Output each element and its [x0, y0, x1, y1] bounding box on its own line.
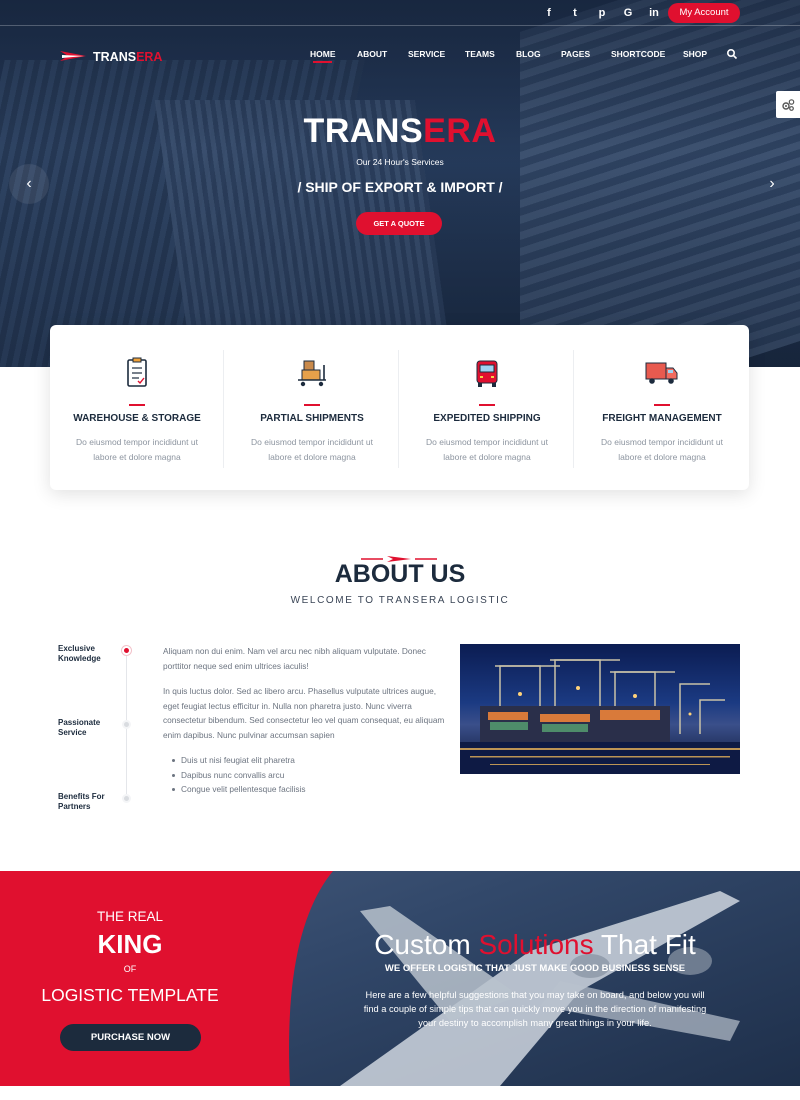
service-title: PARTIAL SHIPMENTS — [260, 413, 364, 424]
nav-item-home[interactable]: HOME — [310, 49, 336, 59]
page: f t p G in My Account TRANSERA HOME ABOU… — [0, 0, 800, 1100]
google-icon[interactable]: G — [621, 6, 635, 20]
nav-item-teams[interactable]: TEAMS — [465, 49, 495, 59]
timeline-dot[interactable] — [122, 720, 131, 729]
service-description: Do eiusmod tempor incididunt ut labore e… — [76, 437, 198, 462]
hero-title: TRANSERA — [0, 112, 800, 151]
port-cranes-illustration — [460, 659, 740, 774]
banner-heading: Custom Solutions That Fit — [340, 929, 730, 961]
facebook-icon[interactable]: f — [542, 6, 556, 20]
hero-subtitle: Our 24 Hour's Services — [356, 157, 444, 167]
harbor-photo — [460, 644, 740, 774]
about-bullet-list: Duis ut nisi feugiat elit pharetra Dapib… — [172, 753, 442, 797]
list-item: Dapibus nunc convallis arcu — [172, 768, 442, 783]
twitter-icon[interactable]: t — [568, 6, 582, 20]
banner-heading-highlight: Solutions — [478, 929, 594, 960]
service-divider — [654, 404, 670, 406]
linkedin-icon[interactable]: in — [647, 6, 661, 20]
timeline-label-line: Passionate — [58, 718, 101, 727]
plane-logo-icon — [60, 51, 86, 61]
banner-line-of: OF — [123, 964, 137, 974]
trolley-icon — [298, 360, 326, 387]
service-divider — [129, 404, 145, 406]
banner-heading-part: Custom — [374, 929, 479, 960]
service-title: WAREHOUSE & STORAGE — [73, 413, 201, 424]
hero-tagline: / SHIP OF EXPORT & IMPORT / — [297, 179, 503, 195]
timeline-dot-active[interactable] — [122, 646, 131, 655]
timeline-dot[interactable] — [122, 794, 131, 803]
timeline-item-passionate-service[interactable]: Passionate Service — [58, 718, 100, 738]
logo-text: TRANSERA — [93, 50, 162, 64]
list-item: Congue velit pellentesque facilisis — [172, 782, 442, 797]
nav-item-shortcode[interactable]: SHORTCODE — [611, 49, 665, 59]
service-title: FREIGHT MANAGEMENT — [602, 413, 722, 424]
timeline-label-line: Partners — [58, 802, 91, 811]
hero-title-trans: TRANS — [303, 112, 424, 150]
timeline-label-line: Knowledge — [58, 654, 101, 663]
hero-slider: f t p G in My Account TRANSERA HOME ABOU… — [0, 0, 800, 367]
service-description: Do eiusmod tempor incididunt ut labore e… — [251, 437, 373, 462]
nav-item-service[interactable]: SERVICE — [408, 49, 445, 59]
hero-title-era: ERA — [423, 112, 497, 150]
red-diagonal-panel — [0, 871, 333, 1086]
service-divider — [479, 404, 495, 406]
banner-paragraph: Here are a few helpful suggestions that … — [363, 990, 707, 1028]
about-subtitle: WELCOME TO TRANSERA LOGISTIC — [290, 595, 510, 606]
nav-item-about[interactable]: ABOUT — [357, 49, 387, 59]
my-account-button[interactable]: My Account — [668, 3, 740, 23]
logo-text-era: ERA — [136, 50, 163, 64]
service-item[interactable]: FREIGHT MANAGEMENT Do eiusmod tempor inc… — [575, 325, 749, 490]
service-title: EXPEDITED SHIPPING — [433, 413, 541, 424]
truck-front-icon — [476, 360, 498, 387]
gears-icon — [782, 98, 795, 111]
list-item: Duis ut nisi feugiat elit pharetra — [172, 753, 442, 768]
nav-item-blog[interactable]: BLOG — [516, 49, 541, 59]
timeline-item-exclusive-knowledge[interactable]: Exclusive Knowledge — [58, 644, 101, 664]
top-bar: f t p G in My Account — [0, 0, 800, 26]
clipboard-icon — [127, 357, 147, 387]
promo-banner: THE REAL KING OF LOGISTIC TEMPLATE PURCH… — [0, 871, 800, 1086]
banner-heading-part: That Fit — [593, 929, 696, 960]
banner-line-logistic-template: LOGISTIC TEMPLATE — [41, 985, 219, 1005]
timeline-label-line: Benefits For — [58, 792, 105, 801]
service-description: Do eiusmod tempor incididunt ut labore e… — [426, 437, 548, 462]
logo-text-trans: TRANS — [93, 50, 137, 64]
banner-tagline: WE OFFER LOGISTIC THAT JUST MAKE GOOD BU… — [384, 963, 686, 974]
service-item[interactable]: EXPEDITED SHIPPING Do eiusmod tempor inc… — [400, 325, 574, 490]
about-paragraph: Aliquam non dui enim. Nam vel arcu nec n… — [163, 646, 426, 671]
delivery-truck-icon — [645, 362, 678, 384]
purchase-now-button[interactable]: PURCHASE NOW — [60, 1024, 201, 1051]
banner-line-the-real: THE REAL — [96, 909, 164, 924]
service-description: Do eiusmod tempor incididunt ut labore e… — [601, 437, 723, 462]
about-paragraph: In quis luctus dolor. Sed ac libero arcu… — [163, 686, 445, 740]
service-item[interactable]: PARTIAL SHIPMENTS Do eiusmod tempor inci… — [225, 325, 399, 490]
timeline-label-line: Service — [58, 728, 87, 737]
get-a-quote-button[interactable]: GET A QUOTE — [356, 212, 442, 235]
nav-item-shop[interactable]: SHOP — [683, 49, 707, 59]
search-icon[interactable] — [726, 48, 738, 60]
service-divider — [304, 404, 320, 406]
nav-item-pages[interactable]: PAGES — [561, 49, 590, 59]
services-card: WAREHOUSE & STORAGE Do eiusmod tempor in… — [50, 325, 749, 490]
nav-active-indicator — [313, 61, 332, 63]
column-separator — [573, 350, 574, 468]
timeline-label-line: Exclusive — [58, 644, 95, 653]
pinterest-icon[interactable]: p — [595, 6, 609, 20]
banner-line-king: KING — [97, 929, 163, 959]
column-separator — [398, 350, 399, 468]
about-title: ABOUT US — [334, 560, 466, 588]
timeline-item-benefits-for-partners[interactable]: Benefits For Partners — [58, 792, 105, 812]
column-separator — [223, 350, 224, 468]
service-item[interactable]: WAREHOUSE & STORAGE Do eiusmod tempor in… — [50, 325, 224, 490]
